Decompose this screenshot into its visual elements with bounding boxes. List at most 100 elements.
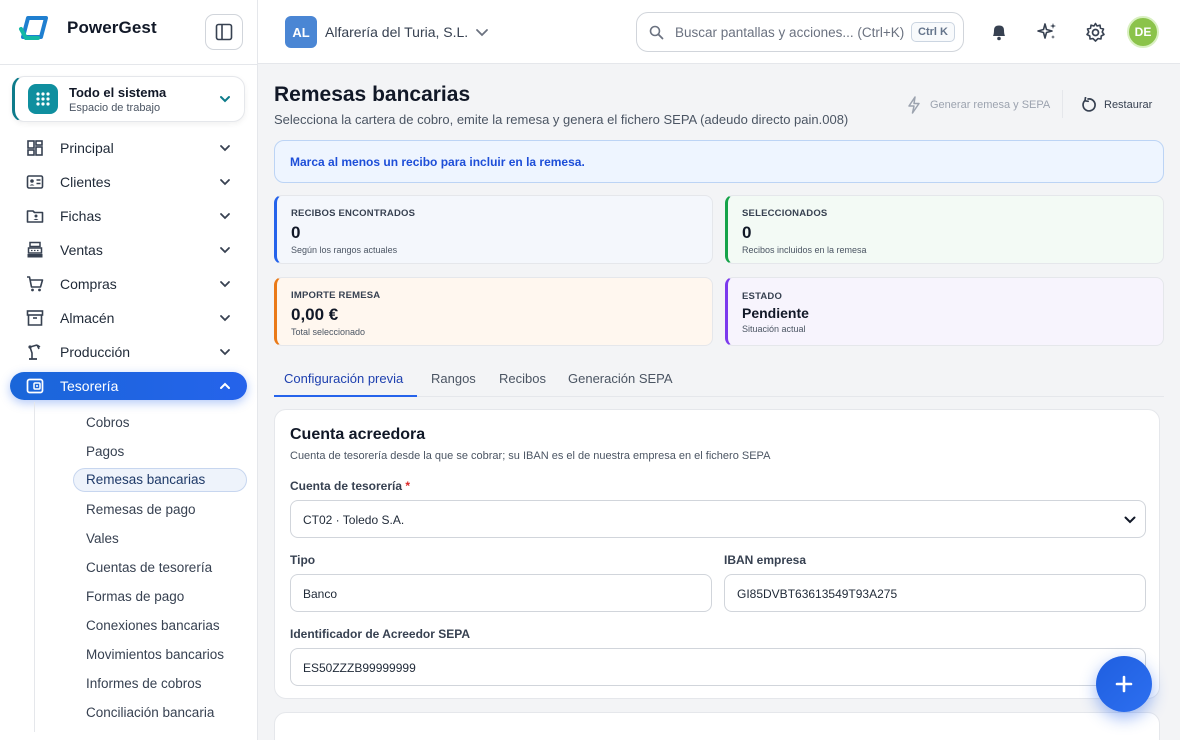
field-value: Banco [303,587,338,601]
stat-label: SELECCIONADOS [742,208,828,219]
restore-button[interactable]: Restaurar [1080,94,1152,116]
sidebar-subitem-remesas-de-pago[interactable]: Remesas de pago [73,498,247,522]
sidebar-item-almacen[interactable]: Almacén [10,304,247,332]
workspace-subtitle: Espacio de trabajo [69,102,161,114]
sidebar-subitem-label: Informes de cobros [86,676,202,691]
chevron-down-icon[interactable] [474,24,490,40]
restore-label: Restaurar [1104,99,1153,111]
cuenta-tesoreria-label: Cuenta de tesorería * [290,479,410,493]
sidebar-item-label: Producción [60,344,131,360]
sidebar-item-label: Ventas [60,242,103,258]
sepa-id-field[interactable]: ES50ZZZB99999999 [290,648,1146,686]
plus-icon [1115,675,1133,693]
sidebar: PowerGest Todo el sistema Espacio de tra… [0,0,258,740]
tab-generacion-sepa[interactable]: Generación SEPA [568,362,673,397]
sidebar-subitem-cobros[interactable]: Cobros [73,411,247,435]
sidebar-subitem-label: Remesas bancarias [86,472,206,487]
chevron-down-icon [220,96,230,103]
ai-assistant-button[interactable] [1035,20,1059,44]
sidebar-subitem-remesas-bancarias[interactable]: Remesas bancarias [73,468,247,492]
topbar: AL Alfarería del Turia, S.L. Buscar pant… [258,0,1180,64]
info-alert: Marca al menos un recibo para incluir en… [274,140,1164,183]
sidebar-subitem-conexiones-bancarias[interactable]: Conexiones bancarias [73,614,247,638]
search-input[interactable]: Buscar pantallas y acciones... (Ctrl+K) … [636,12,964,52]
sidebar-subitem-conciliacion-bancaria[interactable]: Conciliación bancaria [73,701,247,725]
stat-card-importe: IMPORTE REMESA 0,00 € Total seleccionado [274,277,713,346]
stat-label: ESTADO [742,291,783,302]
chevron-down-icon [220,349,230,356]
next-section-card [274,712,1160,740]
tab-rangos[interactable]: Rangos [431,362,476,397]
sidebar-subitem-label: Vales [86,531,119,546]
notifications-button[interactable] [987,20,1011,44]
sidebar-toggle-button[interactable] [205,14,243,50]
sidebar-subitem-pagos[interactable]: Pagos [73,440,247,464]
sidebar-subitem-informes-cobros[interactable]: Informes de cobros [73,672,247,696]
divider [0,64,258,65]
company-badge[interactable]: AL [285,16,317,48]
sidebar-subitem-movimientos-bancarios[interactable]: Movimientos bancarios [73,643,247,667]
stat-value: 0,00 € [291,305,339,324]
grid-icon [28,84,58,114]
sidebar-item-compras[interactable]: Compras [10,270,247,298]
avatar[interactable]: DE [1127,16,1159,48]
required-marker: * [405,479,411,493]
sidebar-subitem-label: Cobros [86,415,130,430]
chevron-down-icon [220,179,230,186]
sidebar-subitem-label: Conexiones bancarias [86,618,220,633]
sidebar-item-label: Principal [60,140,114,156]
stat-card-seleccionados: SELECCIONADOS 0 Recibos incluidos en la … [725,195,1164,264]
sidebar-subitem-label: Movimientos bancarios [86,647,225,662]
card-title: Cuenta acreedora [290,426,426,443]
cuenta-tesoreria-select[interactable]: CT02 · Toledo S.A. [290,500,1146,538]
iban-field[interactable]: GI85DVBT63613549T93A275 [724,574,1146,612]
workspace-selector[interactable]: Todo el sistema Espacio de trabajo [12,76,245,122]
generate-remittance-button[interactable]: Generar remesa y SEPA [906,94,1050,116]
sidebar-item-fichas[interactable]: Fichas [10,202,247,230]
chevron-up-icon [220,382,230,389]
sidebar-subitem-label: Pagos [86,444,125,459]
sidebar-subitem-label: Cuentas de tesorería [86,560,213,575]
sidebar-item-label: Fichas [60,208,102,224]
page-title: Remesas bancarias [274,83,471,106]
company-name[interactable]: Alfarería del Turia, S.L. [325,24,468,40]
sidebar-item-label: Almacén [60,310,115,326]
sidebar-item-clientes[interactable]: Clientes [10,168,247,196]
sidebar-item-principal[interactable]: Principal [10,134,247,162]
sidebar-subitem-vales[interactable]: Vales [73,527,247,551]
cash-register-icon [27,241,43,258]
sidebar-subitem-label: Conciliación bancaria [86,705,215,720]
stat-caption: Según los rangos actuales [291,245,398,255]
bell-icon [993,25,1005,41]
sidebar-subitem-formas-de-pago[interactable]: Formas de pago [73,585,247,609]
sidebar-item-tesoreria[interactable]: Tesorería [10,372,247,400]
brand[interactable]: PowerGest [18,15,157,41]
sidebar-item-ventas[interactable]: Ventas [10,236,247,264]
sidebar-subitem-label: Remesas de pago [86,502,196,517]
tab-bar: Configuración previa Rangos Recibos Gene… [274,362,1164,397]
sidebar-subitem-cuentas-tesoreria[interactable]: Cuentas de tesorería [73,556,247,580]
gear-icon [1085,22,1105,42]
cart-icon [27,276,44,292]
alert-text: Marca al menos un recibo para incluir en… [290,155,585,169]
dashboard-icon [27,140,43,156]
add-button[interactable] [1096,656,1152,712]
brand-name: PowerGest [67,18,157,37]
tab-configuracion-previa[interactable]: Configuración previa [274,362,417,397]
tipo-field[interactable]: Banco [290,574,712,612]
settings-button[interactable] [1083,20,1107,44]
chevron-down-icon [220,281,230,288]
keyboard-shortcut-badge: Ctrl K [911,22,955,42]
stat-card-recibos: RECIBOS ENCONTRADOS 0 Según los rangos a… [274,195,713,264]
sepa-id-label: Identificador de Acreedor SEPA [290,627,471,641]
powergest-logo-icon [18,15,50,41]
stat-card-estado: ESTADO Pendiente Situación actual [725,277,1164,346]
wallet-icon [26,378,44,394]
sidebar-item-produccion[interactable]: Producción [10,338,247,366]
tab-recibos[interactable]: Recibos [499,362,546,397]
refresh-icon [1082,97,1096,112]
field-value: GI85DVBT63613549T93A275 [737,587,898,601]
robot-arm-icon [28,344,41,360]
divider [1062,90,1063,118]
select-value: CT02 · Toledo S.A. [303,513,405,527]
